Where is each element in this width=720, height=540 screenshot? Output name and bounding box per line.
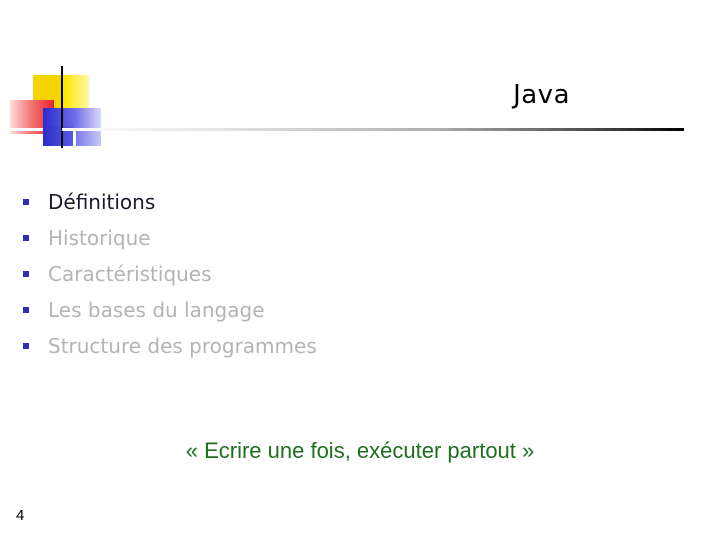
square-bullet-icon — [23, 343, 29, 349]
title-underline — [62, 128, 684, 131]
bullet-item-historique: Historique — [22, 222, 317, 258]
bullet-item-caracteristiques: Caractéristiques — [22, 258, 317, 294]
bullet-label: Structure des programmes — [48, 334, 317, 358]
bullet-list: Définitions Historique Caractéristiques … — [22, 186, 317, 366]
bullet-item-structure-programmes: Structure des programmes — [22, 330, 317, 366]
bullet-label: Les bases du langage — [48, 298, 265, 322]
square-bullet-icon — [23, 271, 29, 277]
logo-blue-block — [43, 108, 101, 128]
logo-vertical-line — [61, 66, 63, 148]
page-number: 4 — [16, 507, 25, 524]
slogan-quote: « Ecrire une fois, exécuter partout » — [185, 438, 535, 463]
bullet-label: Historique — [48, 226, 151, 250]
square-bullet-icon — [23, 307, 29, 313]
bullet-label: Définitions — [48, 190, 156, 214]
logo-decoration — [0, 0, 110, 160]
bullet-label: Caractéristiques — [48, 262, 212, 286]
slide: Java Définitions Historique Caractéristi… — [0, 0, 720, 540]
slide-title: Java — [513, 80, 570, 110]
bullet-item-bases-du-langage: Les bases du langage — [22, 294, 317, 330]
square-bullet-icon — [23, 235, 29, 241]
bullet-item-definitions: Définitions — [22, 186, 317, 222]
square-bullet-icon — [23, 199, 29, 205]
